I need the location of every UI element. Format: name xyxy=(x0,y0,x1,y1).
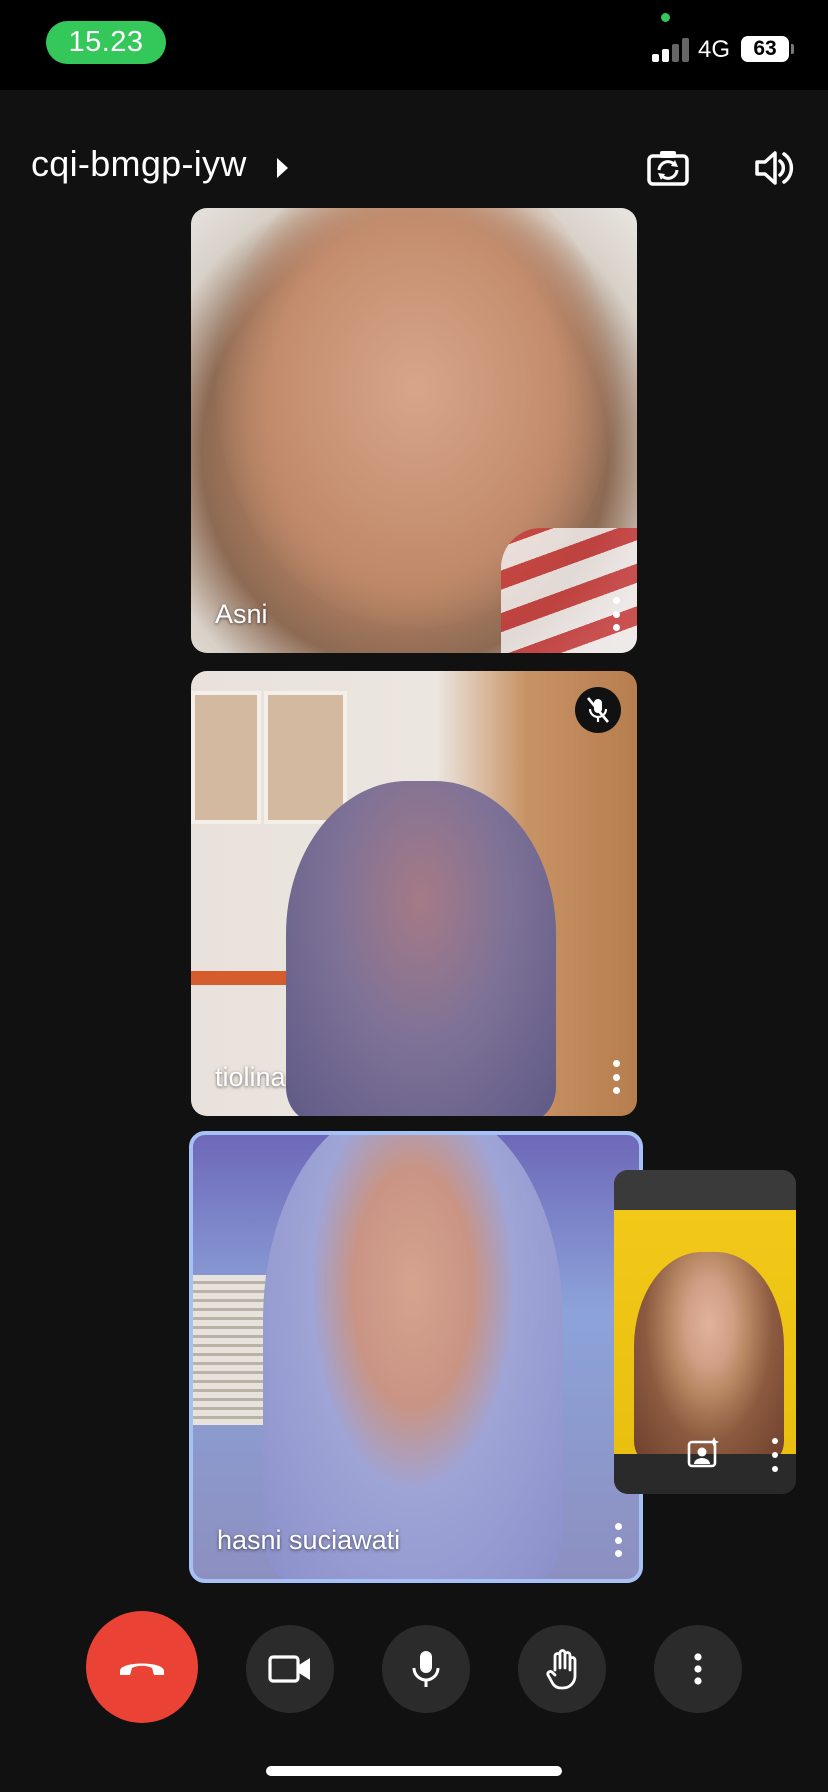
participant-video xyxy=(263,1135,563,1579)
more-options-button[interactable] xyxy=(654,1625,742,1713)
raise-hand-button[interactable] xyxy=(518,1625,606,1713)
meeting-details-caret-icon[interactable] xyxy=(277,158,288,178)
visual-effects-icon[interactable] xyxy=(686,1436,720,1470)
participant-options-button[interactable] xyxy=(611,597,621,631)
camera-switch-icon xyxy=(647,151,689,186)
participant-options-button[interactable] xyxy=(611,1060,621,1094)
speaker-icon xyxy=(755,151,794,185)
microphone-off-icon xyxy=(587,697,609,723)
status-time: 15.23 xyxy=(46,21,166,64)
battery-cap xyxy=(791,44,794,54)
camera-in-use-indicator xyxy=(661,13,670,22)
paper-stack xyxy=(193,1275,273,1425)
battery-indicator: 63 xyxy=(741,36,789,62)
home-indicator[interactable] xyxy=(266,1766,562,1776)
camera-icon xyxy=(268,1655,310,1683)
end-call-icon xyxy=(120,1663,164,1675)
self-view[interactable] xyxy=(614,1170,796,1494)
audio-output-button[interactable] xyxy=(748,142,800,194)
self-view-options-button[interactable] xyxy=(770,1438,780,1472)
participant-name: Asni xyxy=(215,599,268,629)
camera-toggle-button[interactable] xyxy=(246,1625,334,1713)
participant-tile[interactable]: tiolina xyxy=(191,671,637,1116)
network-type: 4G xyxy=(698,36,731,63)
self-view-video xyxy=(614,1210,796,1462)
status-bar: 15.23 4G 63 xyxy=(0,0,828,90)
self-view-top-bar xyxy=(614,1170,796,1210)
cellular-signal-icon xyxy=(652,38,690,62)
wall-art xyxy=(264,691,347,824)
meeting-code[interactable]: cqi-bmgp-iyw xyxy=(31,143,247,185)
end-call-button[interactable] xyxy=(86,1611,198,1723)
more-options-icon xyxy=(694,1653,702,1685)
raise-hand-icon xyxy=(546,1649,577,1690)
microphone-toggle-button[interactable] xyxy=(382,1625,470,1713)
participant-name: tiolina xyxy=(215,1062,286,1092)
participant-tile[interactable]: Asni xyxy=(191,208,637,653)
participant-options-button[interactable] xyxy=(613,1523,623,1557)
microphone-icon xyxy=(412,1651,440,1687)
wall-art xyxy=(191,691,261,824)
participant-video xyxy=(286,781,556,1116)
participant-name: hasni suciawati xyxy=(217,1525,401,1555)
participant-video-shirt xyxy=(501,528,637,653)
self-view-person xyxy=(634,1252,784,1462)
camera-switch-button[interactable] xyxy=(642,142,694,194)
muted-indicator xyxy=(575,687,621,733)
participant-tile-active-speaker[interactable]: hasni suciawati xyxy=(189,1131,643,1583)
